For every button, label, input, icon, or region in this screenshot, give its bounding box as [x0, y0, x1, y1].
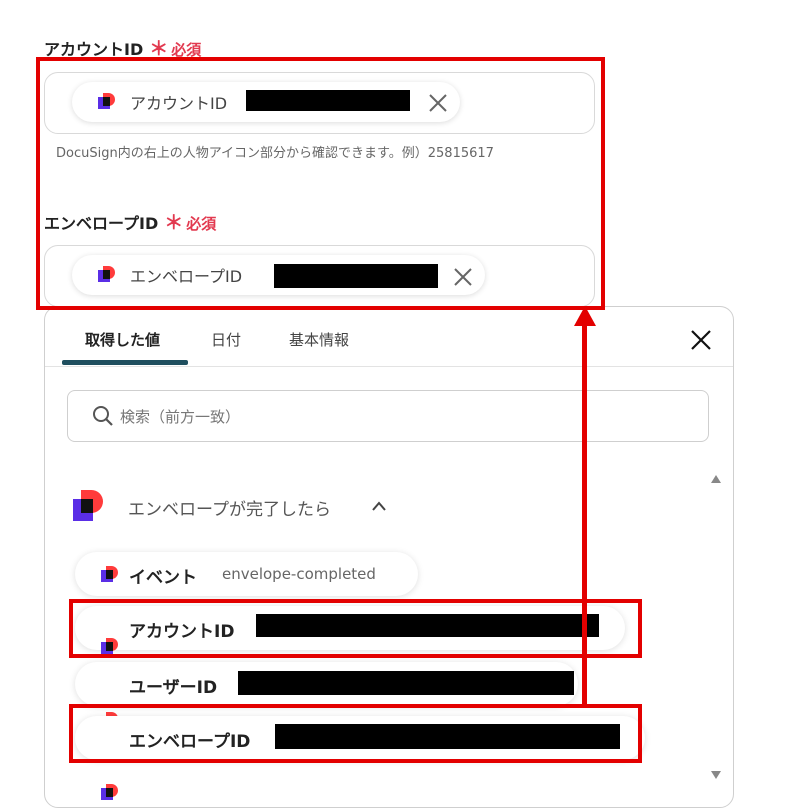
item-name: ユーザーID [129, 678, 218, 698]
search-input[interactable]: 検索（前方一致） [67, 390, 709, 442]
arrow-line [582, 322, 587, 708]
tab-basic-info[interactable]: 基本情報 [289, 329, 349, 350]
item-name: イベント [129, 568, 197, 588]
chevron-up-icon[interactable] [371, 500, 387, 512]
tab-date[interactable]: 日付 [211, 329, 241, 350]
highlight-envelope-id-item [69, 704, 642, 763]
search-icon [93, 406, 113, 426]
close-icon[interactable] [690, 329, 712, 351]
scroll-up-icon[interactable] [710, 474, 722, 484]
docusign-logo-icon [73, 490, 105, 522]
highlight-account-id-item [69, 599, 642, 658]
highlight-form-fields [36, 57, 605, 310]
tab-obtained-values[interactable]: 取得した値 [85, 329, 160, 350]
active-tab-indicator [62, 360, 188, 365]
item-redacted-value [238, 671, 574, 695]
scrollbar[interactable] [708, 474, 722, 784]
docusign-logo-icon [101, 784, 119, 802]
search-placeholder: 検索（前方一致） [120, 408, 241, 426]
arrow-up-icon [574, 306, 596, 326]
docusign-logo-icon [101, 566, 119, 584]
item-value: envelope-completed [222, 565, 376, 583]
group-title[interactable]: エンベロープが完了したら [128, 495, 331, 520]
tabs-divider [45, 366, 733, 367]
